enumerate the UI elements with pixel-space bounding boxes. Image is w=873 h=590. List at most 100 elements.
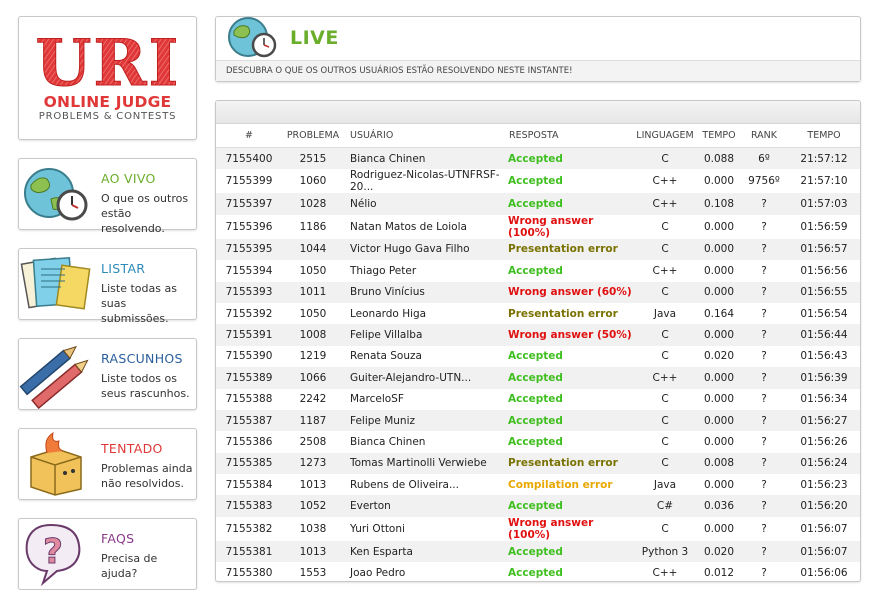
- user-link[interactable]: Ken Esparta: [344, 540, 509, 563]
- user-link[interactable]: Bianca Chinen: [344, 147, 509, 170]
- user-link[interactable]: Natan Matos de Loiola: [344, 215, 508, 239]
- submission-id-link[interactable]: 7155380: [216, 562, 282, 581]
- user-link[interactable]: Guiter-Alejandro-UTN...: [344, 367, 509, 389]
- rank-cell: ?: [740, 495, 788, 517]
- table-row: 7155386 2508 Bianca Chinen Accepted C 0.000? 0…: [216, 431, 860, 452]
- problem-link[interactable]: 1060: [282, 169, 344, 193]
- runtime-cell: 0.000: [703, 175, 735, 188]
- user-link[interactable]: Nélio: [344, 193, 509, 215]
- rank-cell: ?: [761, 264, 767, 277]
- user-link[interactable]: Tomas Martinolli Verwiebe: [344, 452, 509, 475]
- user-link[interactable]: Rubens de Oliveira...: [344, 474, 508, 495]
- rank-cell: ?: [761, 393, 767, 406]
- papers-icon: [20, 256, 91, 310]
- problem-link[interactable]: 1050: [282, 260, 344, 281]
- language-cell: C: [661, 220, 669, 233]
- submission-id-link[interactable]: 7155385: [216, 452, 282, 475]
- runtime-cell: 0.008: [698, 452, 740, 475]
- user-link[interactable]: Joao Pedro: [344, 562, 508, 581]
- submission-id-link[interactable]: 7155396: [216, 215, 282, 239]
- menu-title: LISTAR: [101, 261, 146, 276]
- problem-link[interactable]: 1187: [282, 409, 344, 432]
- user-link[interactable]: Thiago Peter: [344, 260, 508, 281]
- submission-id-link[interactable]: 7155381: [216, 540, 282, 563]
- timestamp-cell: 01:56:39: [788, 367, 860, 389]
- col-date: TEMPO: [788, 124, 860, 148]
- logo-online-judge: ONLINE JUDGE: [43, 93, 172, 111]
- submission-id-link[interactable]: 7155384: [216, 474, 282, 495]
- submission-id-link[interactable]: 7155389: [216, 367, 282, 389]
- submission-id-link[interactable]: 7155397: [216, 193, 282, 215]
- rank-cell: 6º: [740, 147, 788, 170]
- submission-id-link[interactable]: 7155400: [216, 147, 282, 170]
- submission-id-link[interactable]: 7155383: [216, 495, 282, 517]
- problem-link[interactable]: 1008: [282, 324, 344, 346]
- problem-link[interactable]: 1066: [282, 367, 344, 389]
- problem-link[interactable]: 1052: [282, 495, 344, 517]
- runtime-cell: 0.088: [698, 147, 740, 170]
- user-link[interactable]: Rodriguez-Nicolas-UTNFRSF-20...: [344, 169, 508, 193]
- rank-cell: ?: [761, 566, 767, 579]
- submission-id-link[interactable]: 7155399: [216, 169, 282, 193]
- language-cell: C: [632, 281, 698, 303]
- menu-description: Precisa de ajuda?: [101, 552, 158, 580]
- submission-id-link[interactable]: 7155394: [216, 260, 282, 281]
- table-toolbar: [216, 101, 860, 124]
- submission-id-link[interactable]: 7155386: [216, 431, 282, 452]
- problem-link[interactable]: 1013: [282, 540, 344, 563]
- language-cell: C++: [632, 367, 698, 389]
- problem-link[interactable]: 1219: [282, 346, 344, 367]
- timestamp-cell: 01:56:06: [800, 566, 848, 579]
- answer-status: Accepted: [508, 350, 563, 363]
- user-link[interactable]: Everton: [344, 495, 509, 517]
- problem-link[interactable]: 1011: [282, 281, 344, 303]
- problem-link[interactable]: 1553: [282, 562, 344, 581]
- submission-id-link[interactable]: 7155387: [216, 409, 282, 432]
- problem-link[interactable]: 1044: [282, 238, 344, 261]
- problem-link[interactable]: 2515: [282, 147, 344, 170]
- problem-link[interactable]: 1028: [282, 193, 344, 215]
- submission-id-link[interactable]: 7155391: [216, 324, 282, 346]
- timestamp-cell: 01:56:24: [788, 452, 860, 475]
- menu-rascunhos[interactable]: RASCUNHOS Liste todos os seus rascunhos.: [18, 338, 197, 410]
- menu-description: Liste todos os seus rascunhos.: [101, 372, 190, 400]
- user-link[interactable]: Bianca Chinen: [344, 431, 508, 452]
- user-link[interactable]: Yuri Ottoni: [344, 517, 508, 541]
- submission-id-link[interactable]: 7155392: [216, 303, 282, 324]
- problem-link[interactable]: 1273: [282, 452, 344, 475]
- user-link[interactable]: Renata Souza: [344, 346, 508, 367]
- submission-id-link[interactable]: 7155395: [216, 238, 282, 261]
- problem-link[interactable]: 1186: [282, 215, 344, 239]
- user-link[interactable]: Leonardo Higa: [344, 303, 508, 324]
- answer-status: Accepted: [508, 147, 632, 170]
- problem-link[interactable]: 1050: [282, 303, 344, 324]
- submission-id-link[interactable]: 7155393: [216, 281, 282, 303]
- answer-status: Accepted: [508, 540, 632, 563]
- problem-link[interactable]: 2242: [282, 389, 344, 410]
- submission-id-link[interactable]: 7155390: [216, 346, 282, 367]
- menu-ao-vivo[interactable]: AO VIVO O que os outros estão resolvendo…: [18, 158, 197, 235]
- problem-link[interactable]: 1013: [282, 474, 344, 495]
- rank-cell: ?: [740, 324, 788, 346]
- question-bubble-icon: ?: [25, 523, 81, 587]
- problem-link[interactable]: 2508: [282, 431, 344, 452]
- runtime-cell: 0.012: [703, 566, 735, 579]
- user-link[interactable]: MarceloSF: [344, 389, 508, 410]
- submission-id-link[interactable]: 7155382: [216, 517, 282, 541]
- menu-faqs[interactable]: ? FAQS Precisa de ajuda?: [18, 518, 197, 590]
- col-language: LINGUAGEM: [632, 124, 698, 148]
- timestamp-cell: 01:57:03: [788, 193, 860, 215]
- user-link[interactable]: Victor Hugo Gava Filho: [344, 238, 509, 261]
- timestamp-cell: 01:56:07: [788, 540, 860, 563]
- user-link[interactable]: Felipe Muniz: [344, 409, 509, 432]
- menu-listar[interactable]: LISTAR Liste todas as suas submissões.: [18, 248, 197, 325]
- problem-link[interactable]: 1038: [282, 517, 344, 541]
- menu-tentado[interactable]: TENTADO Problemas ainda não resolvidos.: [18, 428, 197, 500]
- user-link[interactable]: Bruno Vinícius: [344, 281, 509, 303]
- user-link[interactable]: Felipe Villalba: [344, 324, 509, 346]
- table-row: 7155390 1219 Renata Souza Accepted C 0.020? 01…: [216, 346, 860, 367]
- submission-id-link[interactable]: 7155388: [216, 389, 282, 410]
- uri-logo[interactable]: URI ONLINE JUDGE PROBLEMS & CONTESTS: [18, 16, 197, 140]
- runtime-cell: 0.036: [698, 495, 740, 517]
- timestamp-cell: 01:56:59: [800, 220, 848, 233]
